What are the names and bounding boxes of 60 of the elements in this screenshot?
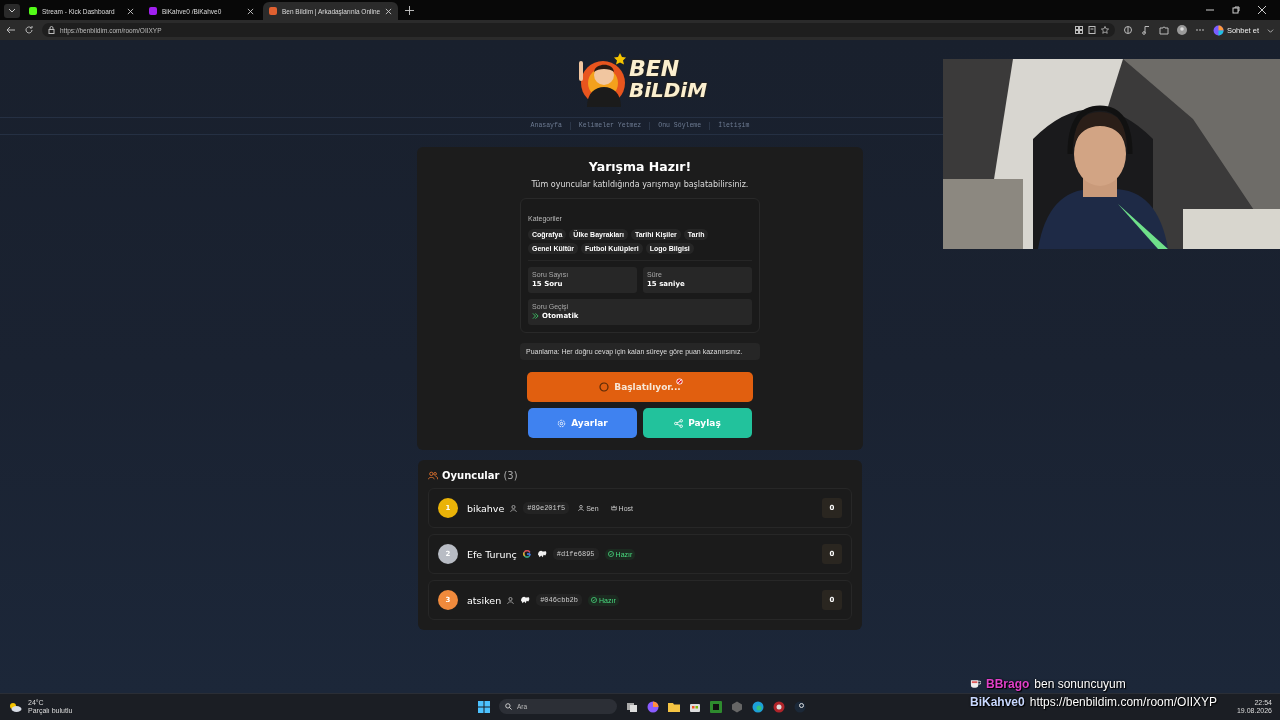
person-icon	[507, 596, 515, 604]
settings-icon	[557, 418, 567, 428]
player-name: bikahve	[467, 502, 505, 514]
spinner-icon	[599, 382, 610, 392]
cup-icon	[970, 679, 981, 689]
player-name: Efe Turunç	[467, 548, 517, 560]
music-note-icon[interactable]	[1140, 25, 1151, 35]
game-icon[interactable]	[710, 700, 722, 713]
chat-username: BBrago	[986, 677, 1030, 691]
restore-icon[interactable]	[1232, 6, 1240, 14]
reader-icon[interactable]	[1087, 26, 1096, 34]
card-title: Yarışma Hazır!	[588, 159, 692, 174]
person-icon	[578, 505, 585, 511]
not-allowed-cursor-icon	[676, 378, 683, 385]
chat-username: BiKahve0	[970, 695, 1025, 709]
settings-button[interactable]: Ayarlar	[528, 408, 637, 438]
chat-message: https://benbildim.com/room/OIIXYP	[1029, 695, 1218, 709]
section-title: Oyuncular	[442, 470, 500, 481]
search-icon	[505, 703, 512, 710]
folder-icon[interactable]	[668, 700, 680, 713]
back-icon[interactable]	[6, 25, 16, 35]
share-icon	[674, 418, 684, 428]
card-subtitle: Tüm oyuncular katıldığında yarışmayı başlatabilirsiniz.	[531, 180, 749, 189]
star-icon[interactable]	[1100, 26, 1109, 34]
minimize-icon[interactable]	[1206, 6, 1214, 14]
logo-text: BEN	[628, 57, 681, 80]
reload-icon[interactable]	[24, 25, 34, 35]
crown-icon	[610, 505, 617, 511]
close-icon[interactable]	[127, 7, 134, 15]
start-button[interactable]: Başlatılıyor...	[527, 372, 753, 402]
logo-text: BiLDiM	[628, 79, 708, 100]
windows-icon[interactable]	[478, 700, 490, 713]
close-icon[interactable]	[1258, 6, 1266, 14]
ring-icon	[522, 550, 531, 558]
weather-icon[interactable]	[8, 701, 22, 713]
profile-icon[interactable]	[1176, 25, 1187, 35]
close-icon[interactable]	[385, 7, 393, 15]
share-button[interactable]: Paylaş	[643, 408, 752, 438]
grid-icon[interactable]	[1074, 26, 1083, 34]
users-icon	[428, 471, 438, 480]
player-name: atsiken	[467, 594, 502, 606]
browser-icon[interactable]	[752, 700, 764, 713]
task-view-icon[interactable]	[626, 700, 638, 713]
chevron-down-icon[interactable]	[1267, 26, 1274, 34]
copilot-icon[interactable]	[647, 700, 659, 713]
new-tab-icon[interactable]	[405, 6, 415, 15]
lock-icon	[48, 26, 55, 34]
close-icon[interactable]	[247, 7, 254, 15]
copilot-icon	[1212, 24, 1224, 36]
player-count: (3)	[503, 470, 518, 481]
double-chevron-icon	[532, 313, 539, 319]
check-circle-icon	[591, 597, 597, 603]
animal-icon	[520, 596, 531, 604]
chrome-circle-icon[interactable]	[773, 700, 785, 713]
check-circle-icon	[607, 551, 614, 557]
person-icon	[510, 504, 518, 512]
chat-message: ben sonuncuyum	[1034, 677, 1126, 691]
tab-list-icon[interactable]	[4, 4, 20, 18]
animal-icon	[536, 550, 547, 558]
hexagon-icon[interactable]	[731, 700, 743, 713]
